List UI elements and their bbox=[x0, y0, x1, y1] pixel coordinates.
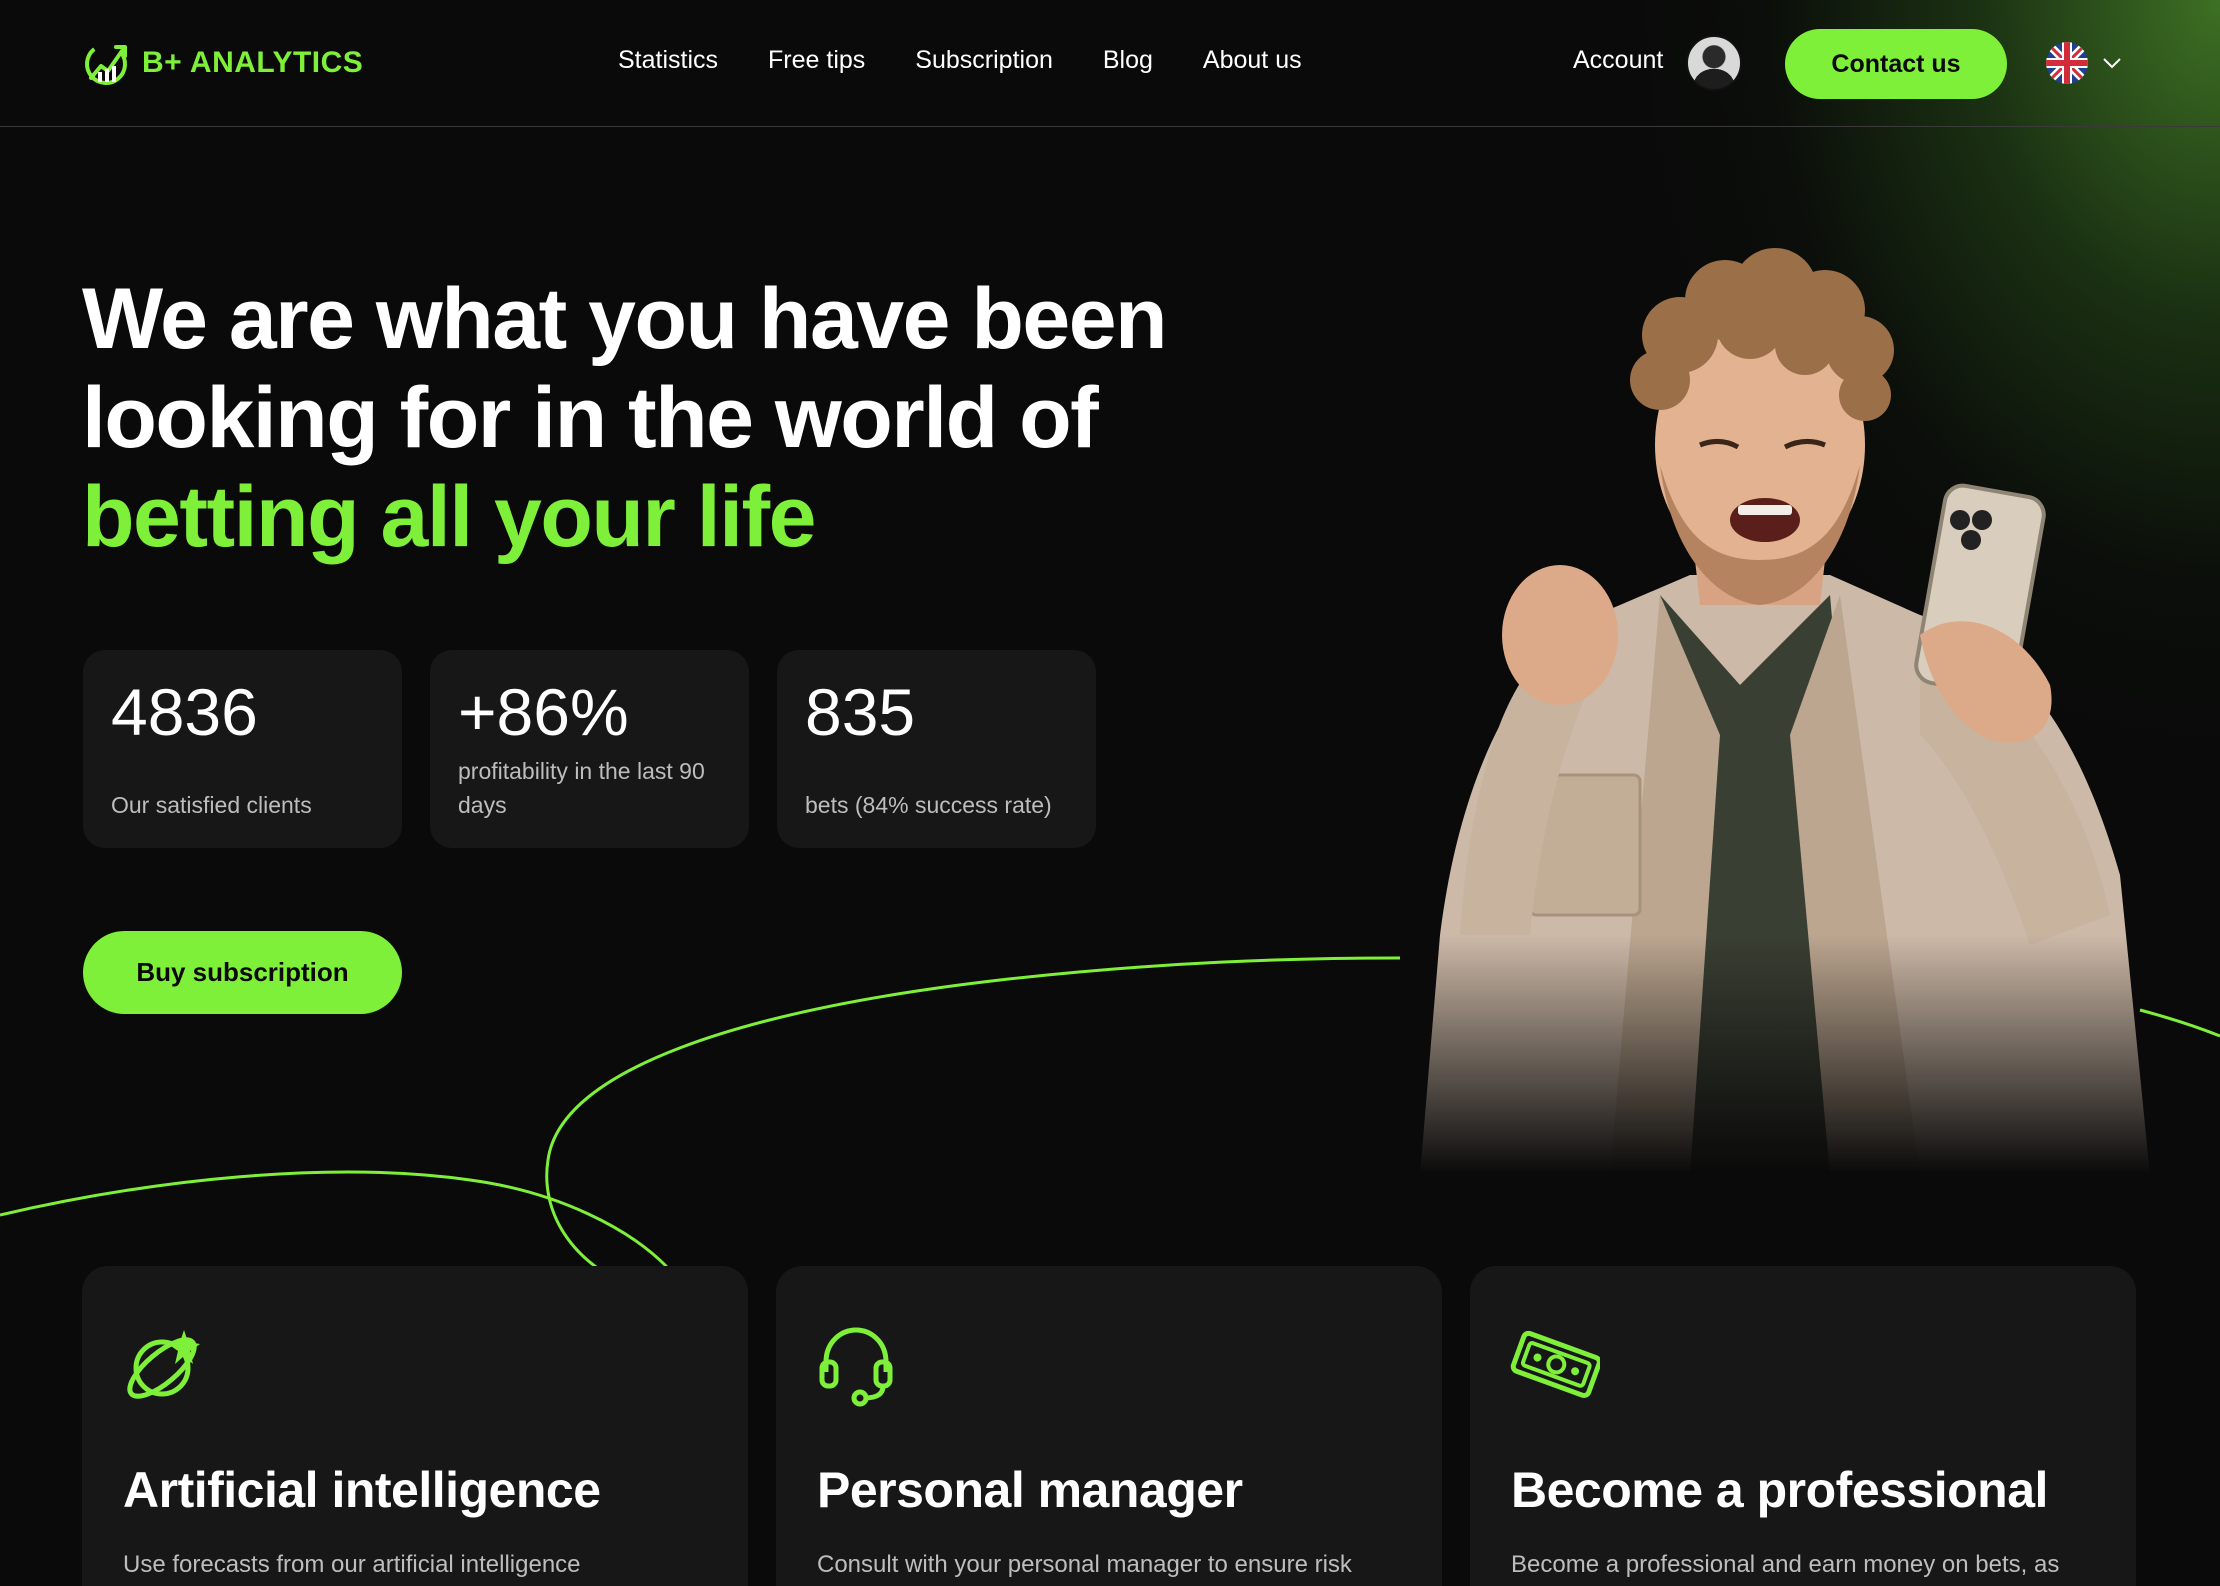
feature-card[interactable]: Personal manager Consult with your perso… bbox=[776, 1266, 1442, 1586]
feature-desc: Become a professional and earn money on … bbox=[1511, 1551, 2060, 1578]
account-link[interactable]: Account bbox=[1573, 46, 1663, 75]
nav-subscription[interactable]: Subscription bbox=[915, 46, 1053, 75]
headset-icon bbox=[819, 1327, 893, 1407]
stat-label: profitability in the last 90 days bbox=[458, 758, 705, 818]
hero-title-line1: We are what you have been bbox=[82, 271, 1168, 367]
feature-cards: Artificial intelligence Use forecasts fr… bbox=[82, 1266, 2136, 1586]
feature-title: Become a professional bbox=[1511, 1462, 2048, 1518]
hero-title: We are what you have been looking for in… bbox=[82, 270, 1182, 567]
buy-subscription-button[interactable]: Buy subscription bbox=[83, 931, 402, 1014]
feature-desc: Consult with your personal manager to en… bbox=[817, 1551, 1352, 1578]
logo[interactable]: B+ ANALYTICS bbox=[82, 38, 363, 88]
logo-icon bbox=[85, 43, 127, 85]
nav-about-us[interactable]: About us bbox=[1203, 46, 1302, 75]
money-bill-icon bbox=[1510, 1330, 1602, 1398]
nav-free-tips[interactable]: Free tips bbox=[768, 46, 865, 75]
feature-desc: Use forecasts from our artificial intell… bbox=[123, 1551, 581, 1578]
feature-card[interactable]: Become a professional Become a professio… bbox=[1470, 1266, 2136, 1586]
chevron-down-icon bbox=[2103, 58, 2121, 69]
uk-flag-icon bbox=[2046, 42, 2088, 84]
logo-text: B+ ANALYTICS bbox=[142, 46, 364, 79]
contact-us-button[interactable]: Contact us bbox=[1785, 29, 2007, 99]
language-selector[interactable] bbox=[2046, 42, 2122, 84]
hero-title-highlight: betting all your life bbox=[82, 469, 817, 565]
stat-value: 835 bbox=[805, 675, 916, 749]
feature-title: Artificial intelligence bbox=[123, 1462, 601, 1518]
feature-title: Personal manager bbox=[817, 1462, 1243, 1518]
main-nav: Statistics Free tips Subscription Blog A… bbox=[618, 46, 1302, 75]
nav-blog[interactable]: Blog bbox=[1103, 46, 1153, 75]
hero-title-line2: looking for in the world of bbox=[82, 370, 1099, 466]
nav-statistics[interactable]: Statistics bbox=[618, 46, 718, 75]
feature-card[interactable]: Artificial intelligence Use forecasts fr… bbox=[82, 1266, 748, 1586]
stats-row: 4836 Our satisfied clients +86% profitab… bbox=[83, 650, 1096, 848]
stat-card: 835 bets (84% success rate) bbox=[777, 650, 1096, 848]
hero-man-image bbox=[1420, 248, 2150, 1175]
ai-orbit-icon bbox=[127, 1330, 200, 1399]
stat-value: +86% bbox=[458, 675, 629, 749]
stat-card: 4836 Our satisfied clients bbox=[83, 650, 402, 848]
stat-label: bets (84% success rate) bbox=[805, 792, 1052, 818]
site-header: B+ ANALYTICS Statistics Free tips Subscr… bbox=[0, 0, 2220, 127]
stat-card: +86% profitability in the last 90 days bbox=[430, 650, 749, 848]
avatar[interactable] bbox=[1686, 35, 1742, 91]
stat-value: 4836 bbox=[111, 675, 258, 749]
stat-label: Our satisfied clients bbox=[111, 792, 312, 818]
